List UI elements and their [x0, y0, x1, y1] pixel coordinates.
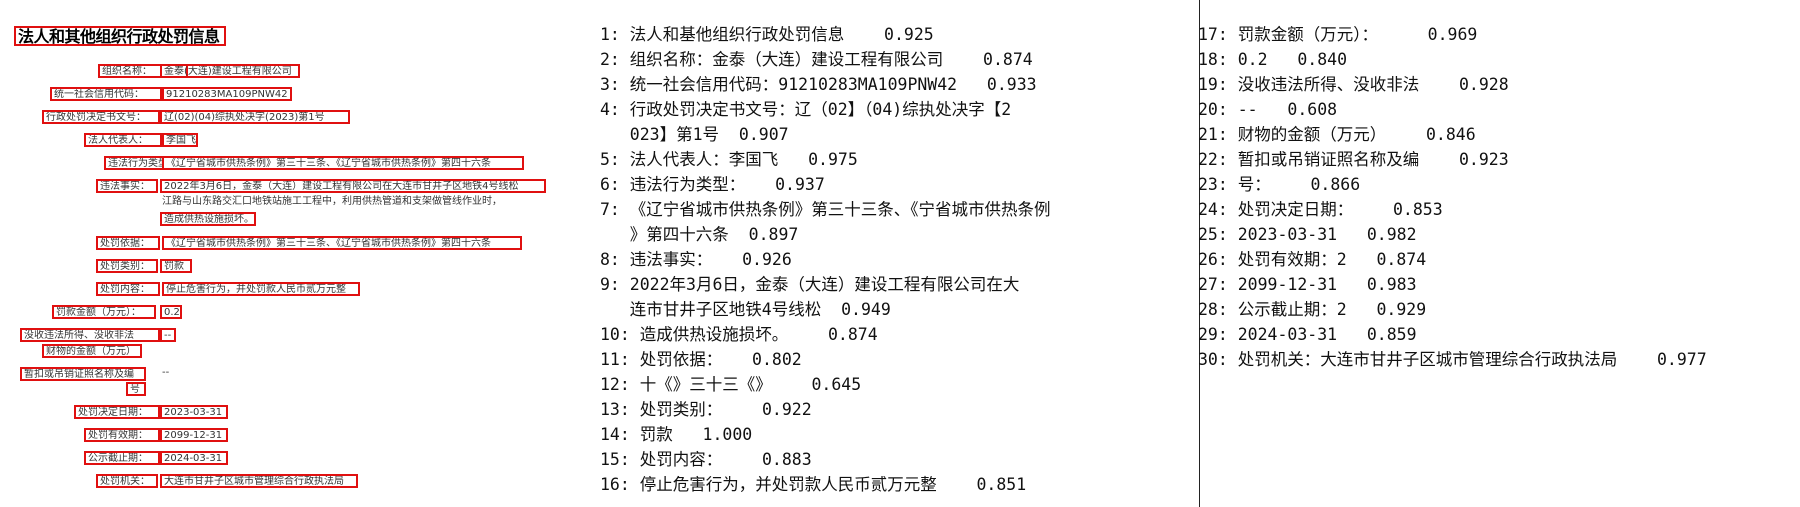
ocr-result-line: 28: 公示截止期：2 0.929	[1198, 300, 1427, 319]
field-label: 违法行为类型：	[104, 156, 164, 170]
field-value: 0.2	[160, 305, 182, 319]
field-value: 罚款	[160, 259, 192, 273]
field-value: --	[162, 367, 170, 378]
field-label: 法人代表人：	[84, 133, 162, 147]
ocr-result-line: 29: 2024-03-31 0.859	[1198, 325, 1417, 344]
ocr-result-line: 5: 法人代表人：李国飞 0.975	[600, 150, 858, 169]
field-value: 《辽宁省城市供热条例》第三十三条、《辽宁省城市供热条例》第四十六条	[162, 236, 522, 250]
field-label: 处罚内容：	[96, 282, 160, 296]
field-value: 李国飞	[162, 133, 198, 147]
field-value: 停止危害行为，并处罚款人民币贰万元整	[162, 282, 360, 296]
field-label: 号	[126, 382, 146, 396]
field-label: 行政处罚决定书文号：	[42, 110, 160, 124]
ocr-result-line: 19: 没收违法所得、没收非法 0.928	[1198, 75, 1509, 94]
ocr-result-line: 6: 违法行为类型： 0.937	[600, 175, 825, 194]
ocr-result-line: 24: 处罚决定日期： 0.853	[1198, 200, 1443, 219]
ocr-result-line: 8: 违法事实： 0.926	[600, 250, 792, 269]
ocr-result-line: 1: 法人和基他组织行政处罚信息 0.925	[600, 25, 934, 44]
ocr-result-line: 14: 罚款 1.000	[600, 425, 753, 444]
field-label: 处罚有效期：	[84, 428, 160, 442]
annotated-document: 法人和其他组织行政处罚信息 组织名称： 金泰(大连)建设工程有限公司 统一社会信…	[0, 0, 590, 507]
ocr-result-line: 18: 0.2 0.840	[1198, 50, 1348, 69]
ocr-result-line: 2: 组织名称：金泰（大连）建设工程有限公司 0.874	[600, 50, 1033, 69]
field-value: 91210283MA109PNW42	[162, 87, 292, 101]
ocr-result-line: 11: 处罚依据： 0.802	[600, 350, 802, 369]
field-value-continued: 江路与山东路交汇口地铁站施工工程中，利用供热管道和支架做管线作业时，	[162, 196, 502, 207]
ocr-result-line: 》第四十六条 0.897	[600, 225, 799, 244]
field-label: 财物的金额（万元）	[42, 344, 142, 358]
field-label: 暂扣或吊销证照名称及编	[20, 367, 146, 381]
ocr-results-list-middle: 1: 法人和基他组织行政处罚信息 0.925 2: 组织名称：金泰（大连）建设工程…	[600, 22, 1160, 497]
field-label: 处罚机关：	[96, 474, 158, 488]
field-label: 违法事实：	[96, 179, 158, 193]
ocr-result-line: 22: 暂扣或吊销证照名称及编 0.923	[1198, 150, 1509, 169]
field-label: 处罚依据：	[96, 236, 160, 250]
ocr-result-line: 25: 2023-03-31 0.982	[1198, 225, 1417, 244]
field-value: 2099-12-31	[160, 428, 228, 442]
ocr-result-line: 20: -- 0.608	[1198, 100, 1338, 119]
ocr-result-line: 26: 处罚有效期：2 0.874	[1198, 250, 1427, 269]
field-value: 造成供热设施损坏。	[160, 212, 256, 226]
ocr-result-line: 21: 财物的金额（万元） 0.846	[1198, 125, 1476, 144]
ocr-result-line: 4: 行政处罚决定书文号：辽（02】（04)综执处决字【2	[600, 100, 1012, 119]
ocr-result-line: 15: 处罚内容： 0.883	[600, 450, 812, 469]
field-label: 统一社会信用代码：	[50, 87, 162, 101]
ocr-result-line: 7: 《辽宁省城市供热条例》第三十三条、《宁省城市供热条例	[600, 200, 1051, 219]
ocr-result-line: 9: 2022年3月6日，金泰（大连）建设工程有限公司在大	[600, 275, 1020, 294]
ocr-result-line: 27: 2099-12-31 0.983	[1198, 275, 1417, 294]
ocr-result-line: 10: 造成供热设施损坏。 0.874	[600, 325, 878, 344]
field-value: --	[160, 328, 176, 342]
field-label: 处罚决定日期：	[74, 405, 160, 419]
ocr-result-line: 30: 处罚机关：大连市甘井子区城市管理综合行政执法局 0.977	[1198, 350, 1707, 369]
ocr-result-line: 3: 统一社会信用代码：91210283MA109PNW42 0.933	[600, 75, 1037, 94]
field-label: 没收违法所得、没收非法	[20, 328, 160, 342]
ocr-result-line: 13: 处罚类别： 0.922	[600, 400, 812, 419]
field-value: 金泰(大连)建设工程有限公司	[160, 64, 300, 78]
doc-title: 法人和其他组织行政处罚信息	[14, 26, 226, 46]
field-value: 大连市甘井子区城市管理综合行政执法局	[160, 474, 358, 488]
ocr-result-line: 23: 号： 0.866	[1198, 175, 1361, 194]
ocr-result-line: 连市甘井子区地铁4号线松 0.949	[600, 300, 891, 319]
ocr-result-line: 16: 停止危害行为，并处罚款人民币贰万元整 0.851	[600, 475, 1027, 494]
field-label: 罚款金额（万元）：	[52, 305, 156, 319]
field-value: 2022年3月6日，金泰（大连）建设工程有限公司在大连市甘井子区地铁4号线松	[160, 179, 546, 193]
field-value: 2023-03-31	[160, 405, 228, 419]
ocr-results-list-right: 17: 罚款金额（万元）： 0.969 18: 0.2 0.840 19: 没收违法…	[1198, 22, 1798, 372]
field-label: 处罚类别：	[96, 259, 158, 273]
field-value: 辽(02)(04)综执处决字(2023)第1号	[160, 110, 350, 124]
field-value: 《辽宁省城市供热条例》第三十三条、《辽宁省城市供热条例》第四十六条	[162, 156, 524, 170]
ocr-result-line: 023】第1号 0.907	[600, 125, 789, 144]
field-value: 2024-03-31	[160, 451, 228, 465]
ocr-result-line: 12: 十《》三十三《》 0.645	[600, 375, 862, 394]
field-label: 公示截止期：	[84, 451, 160, 465]
ocr-result-line: 17: 罚款金额（万元）： 0.969	[1198, 25, 1478, 44]
